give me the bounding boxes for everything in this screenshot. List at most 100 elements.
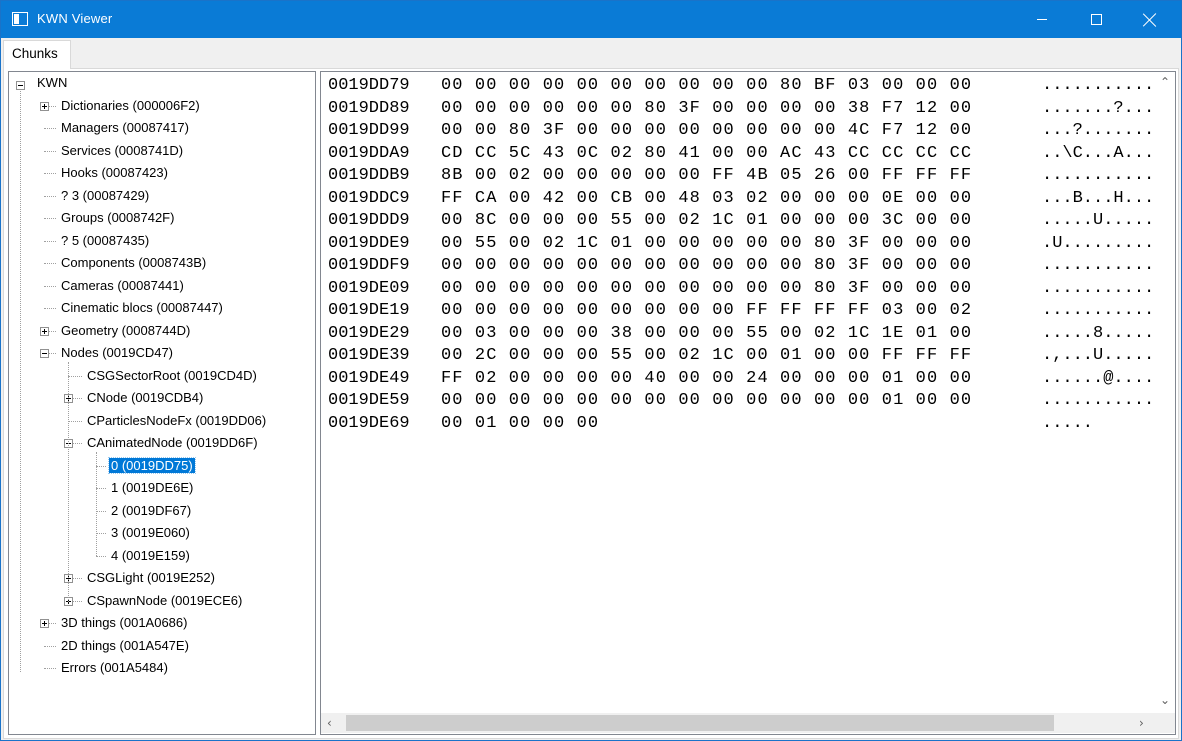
tree-node-label: 4 (0019E159) [111, 547, 190, 563]
hex-bytes: 00 01 00 00 00 [441, 413, 600, 433]
tree-node[interactable]: Errors (001A5484) [59, 658, 170, 678]
window-title: KWN Viewer [37, 11, 113, 26]
app-window-icon [12, 12, 28, 26]
tree-node-label: ? 3 (00087429) [61, 187, 150, 203]
tree-node[interactable]: 2 (0019DF67) [109, 501, 193, 521]
tree-root-kwn[interactable]: KWN [35, 73, 69, 93]
hex-bytes: 00 2C 00 00 00 55 00 02 1C 00 01 00 00 F… [441, 346, 973, 365]
tree-node[interactable]: 4 (0019E159) [109, 546, 192, 566]
scroll-left-icon[interactable]: ‹ [327, 717, 332, 729]
hex-address: 0019DDC9 [328, 188, 410, 208]
minimize-button[interactable] [1019, 1, 1065, 38]
expand-icon[interactable] [40, 619, 49, 628]
hex-address: 0019DD89 [328, 98, 410, 118]
tree-connector-line [44, 285, 56, 287]
hex-view[interactable]: 0019DD79 00 00 00 00 00 00 00 00 00 00 80… [320, 71, 1176, 735]
tree-node[interactable]: Services (0008741D) [59, 141, 185, 161]
tree-node[interactable]: CNode (0019CDB4) [85, 388, 205, 408]
tree-connector-line [44, 128, 56, 129]
hex-ascii: ...?....... [1042, 121, 1155, 140]
hex-address: 0019DE09 [328, 278, 410, 298]
tree-node-label: Managers (00087417) [61, 120, 189, 135]
tree-node[interactable]: 1 (0019DE6E) [109, 478, 195, 498]
tree-node[interactable]: ? 5 (00087435) [59, 231, 151, 251]
tree-node[interactable]: Hooks (00087423) [59, 163, 170, 183]
hex-ascii: .U......... [1042, 233, 1155, 253]
close-button[interactable] [1127, 1, 1173, 38]
hex-ascii: ..... [1042, 413, 1094, 433]
horizontal-scroll-thumb[interactable] [346, 715, 1054, 731]
tree-node-label: 1 (0019DE6E) [111, 480, 194, 495]
hex-bytes: CD CC 5C 43 0C 02 80 41 00 00 AC 43 CC C… [441, 143, 973, 163]
hex-bytes: 00 8C 00 00 00 55 00 02 1C 01 00 00 00 3… [441, 211, 973, 230]
tree-node-label: CSGLight (0019E252) [87, 570, 215, 585]
tree-node-label: Dictionaries (000006F2) [61, 97, 200, 113]
hex-address: 0019DDF9 [328, 256, 410, 275]
hex-ascii: ........... [1042, 278, 1155, 298]
tree-node[interactable]: Managers (00087417) [59, 118, 191, 138]
hex-bytes: 00 00 00 00 00 00 00 00 00 00 80 BF 03 0… [441, 76, 973, 95]
tree-node[interactable]: Dictionaries (000006F2) [59, 96, 202, 116]
collapse-icon[interactable] [40, 349, 49, 358]
tree-connector-line [44, 308, 56, 309]
maximize-icon [1090, 14, 1102, 25]
horizontal-scrollbar[interactable]: ‹ › [321, 713, 1157, 733]
scrollbar-corner [1156, 713, 1175, 733]
tree-node[interactable]: Groups (0008742F) [59, 208, 176, 228]
scroll-right-icon[interactable]: › [1139, 717, 1144, 729]
tree-node[interactable]: Geometry (0008744D) [59, 321, 192, 341]
hex-bytes: FF CA 00 42 00 CB 00 48 03 02 00 00 00 0… [441, 188, 973, 208]
tree-node-label: CSpawnNode (0019ECE6) [87, 592, 243, 608]
scroll-up-icon[interactable]: ⌃ [1160, 76, 1170, 88]
hex-ascii: ........... [1042, 76, 1155, 95]
tree-node[interactable]: CAnimatedNode (0019DD6F) [85, 433, 260, 453]
tree-node[interactable]: CSpawnNode (0019ECE6) [85, 591, 244, 611]
hex-address: 0019DD79 [328, 76, 410, 95]
hex-address: 0019DE49 [328, 368, 410, 388]
hex-bytes: 00 55 00 02 1C 01 00 00 00 00 00 80 3F 0… [441, 233, 973, 253]
tree-node[interactable]: Cinematic blocs (00087447) [59, 298, 225, 318]
maximize-button[interactable] [1073, 1, 1119, 38]
tree-node[interactable]: Nodes (0019CD47) [59, 343, 175, 363]
hex-bytes: 00 00 00 00 00 00 00 00 00 00 00 80 3F 0… [441, 278, 973, 298]
hex-bytes: 00 00 00 00 00 00 80 3F 00 00 00 00 38 F… [441, 98, 973, 118]
tree-node-label: CSGSectorRoot (0019CD4D) [87, 367, 257, 383]
expand-icon[interactable] [40, 101, 49, 111]
hex-address: 0019DE59 [328, 391, 410, 410]
tree-node-label: CAnimatedNode (0019DD6F) [87, 435, 258, 450]
tree-connector-line [68, 362, 69, 602]
hex-address: 0019DE69 [328, 413, 410, 433]
tree-connector-line [44, 195, 56, 197]
tree-node-label: Cinematic blocs (00087447) [61, 300, 223, 315]
tree-node[interactable]: CParticlesNodeFx (0019DD06) [85, 411, 268, 431]
vertical-scrollbar[interactable]: ⌃ ⌄ [1156, 72, 1175, 712]
tree-node[interactable]: 2D things (001A547E) [59, 636, 191, 656]
scroll-down-icon[interactable]: ⌄ [1160, 694, 1170, 706]
tree-node-label: Components (0008743B) [61, 255, 207, 270]
hex-ascii: ...B...H... [1042, 188, 1155, 208]
tree-connector-line [96, 555, 106, 557]
collapse-icon[interactable] [16, 81, 25, 90]
tree-node[interactable]: 3D things (001A0686) [59, 613, 189, 633]
tree-node[interactable]: Cameras (00087441) [59, 276, 186, 296]
hex-bytes: 00 00 80 3F 00 00 00 00 00 00 00 00 4C F… [441, 121, 973, 140]
hex-address: 0019DE29 [328, 323, 410, 343]
tree-node[interactable]: ? 3 (00087429) [59, 186, 151, 206]
hex-address: 0019DDA9 [328, 143, 410, 163]
close-icon [1143, 13, 1157, 27]
tree-root-label: KWN [37, 75, 68, 90]
tree-node[interactable]: CSGSectorRoot (0019CD4D) [85, 366, 259, 386]
chunk-tree-view[interactable]: KWN Dictionaries (000006F2) Managers (000… [8, 71, 316, 735]
tree-node[interactable]: CSGLight (0019E252) [85, 568, 217, 588]
title-bar[interactable]: KWN Viewer [1, 1, 1181, 38]
tab-chunks[interactable]: Chunks [3, 40, 71, 69]
tree-node[interactable]: 0 (0019DD75) [108, 456, 196, 476]
tree-node[interactable]: Components (0008743B) [59, 253, 208, 273]
tree-node[interactable]: 3 (0019E060) [109, 523, 192, 543]
tree-node-label: 2 (0019DF67) [111, 502, 192, 518]
tree-connector-line [68, 420, 82, 422]
tree-node-label: CParticlesNodeFx (0019DD06) [87, 412, 267, 428]
tree-node-label: CNode (0019CDB4) [87, 390, 204, 405]
expand-icon[interactable] [40, 326, 49, 336]
hex-ascii: ........... [1042, 256, 1155, 275]
